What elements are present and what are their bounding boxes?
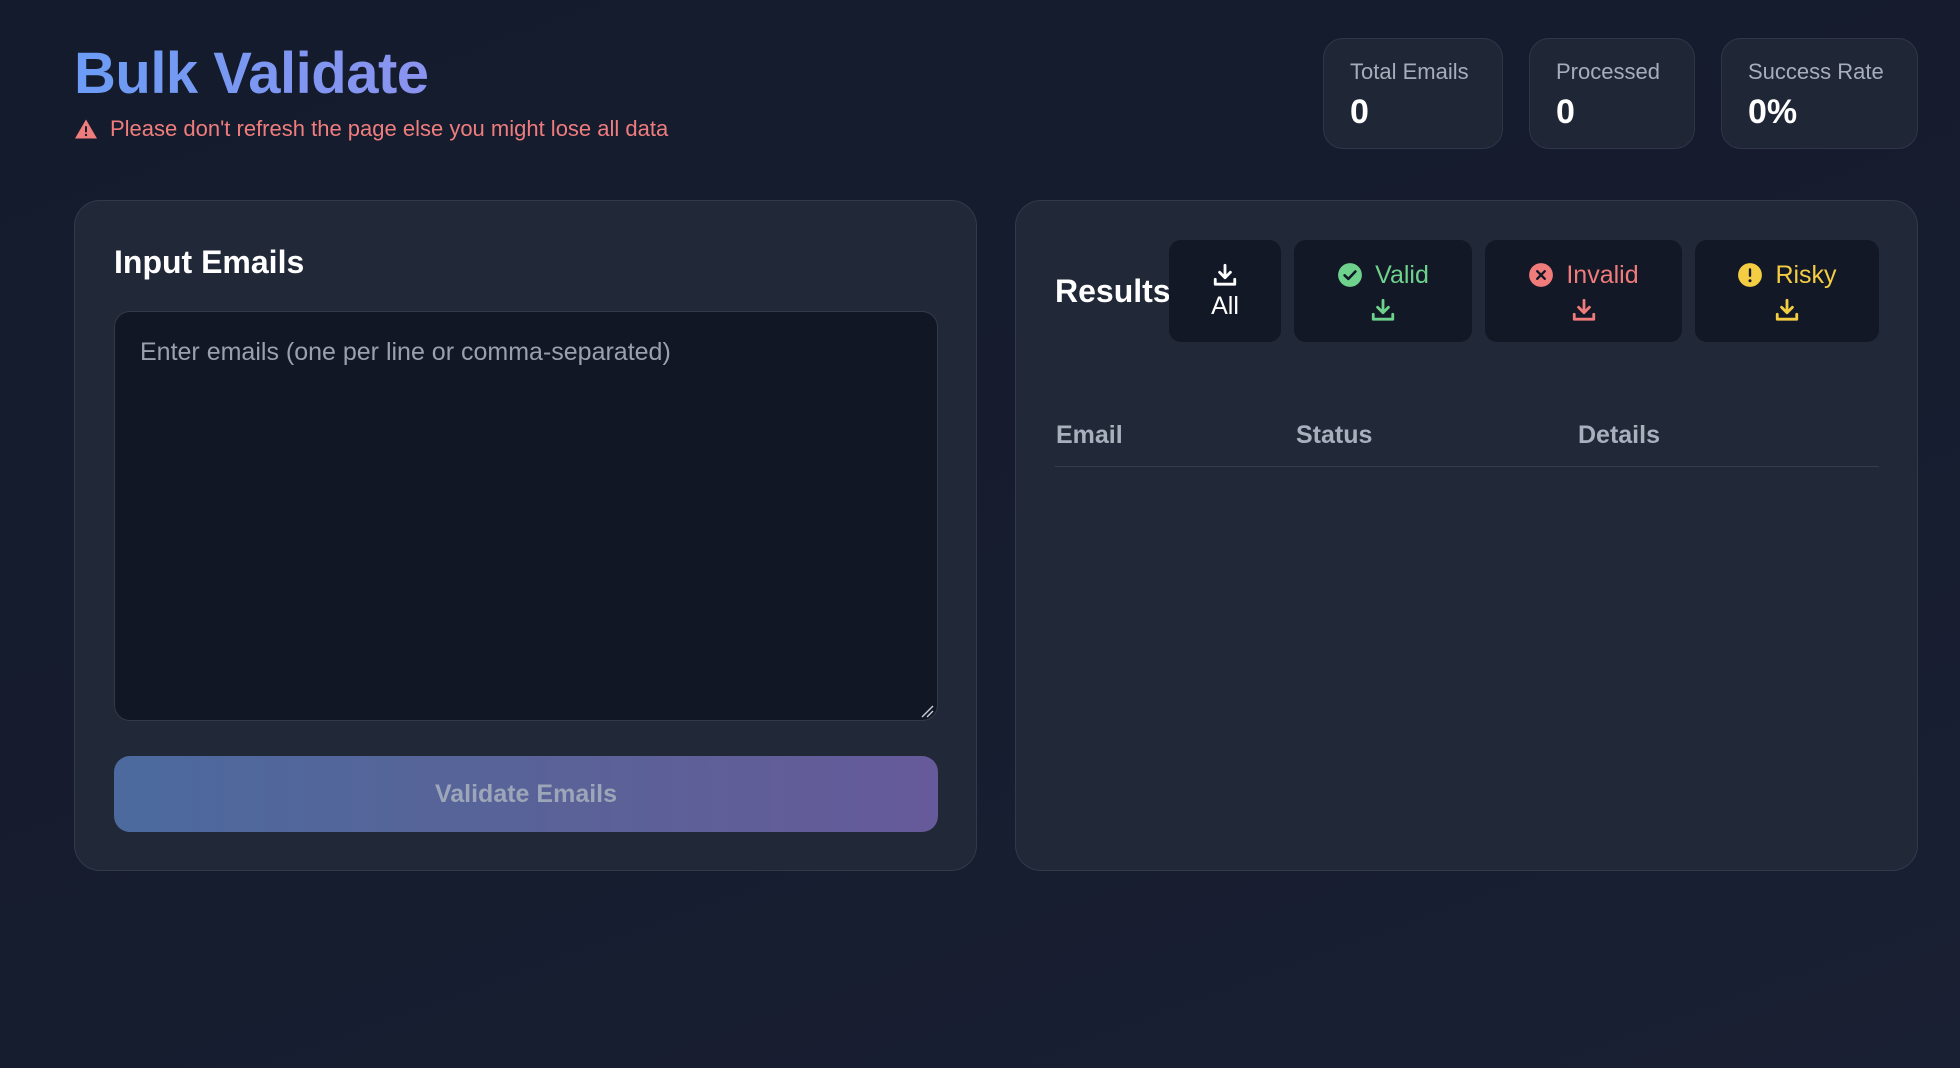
emails-textarea[interactable] <box>114 311 938 721</box>
results-panel: Results All Valid Invalid Risky Email St… <box>1015 200 1918 871</box>
download-icon <box>1371 298 1395 321</box>
download-all-label: All <box>1211 291 1239 320</box>
check-circle-icon <box>1338 263 1363 287</box>
stats-group: Total Emails 0 Processed 0 Success Rate … <box>1323 38 1918 149</box>
download-buttons: All Valid Invalid Risky <box>1169 240 1879 342</box>
stat-value: 0 <box>1556 93 1575 131</box>
page-title: Bulk Validate <box>74 41 429 106</box>
warning-triangle-icon <box>75 119 97 139</box>
download-icon <box>1213 263 1237 286</box>
results-table-header: Email Status Details <box>1055 401 1879 467</box>
stat-value: 0% <box>1748 93 1798 131</box>
warning-text: Please don't refresh the page else you m… <box>110 116 669 141</box>
column-header-status: Status <box>1296 421 1373 449</box>
stat-label: Total Emails <box>1350 59 1469 84</box>
refresh-warning: Please don't refresh the page else you m… <box>74 114 668 144</box>
validate-emails-button[interactable]: Validate Emails <box>114 756 938 832</box>
bulk-validate-page: Bulk Validate Please don't refresh the p… <box>0 0 1960 1068</box>
download-valid-label: Valid <box>1375 261 1429 289</box>
stat-label: Success Rate <box>1748 59 1884 84</box>
stat-processed: Processed 0 <box>1529 38 1695 149</box>
results-panel-title: Results <box>1055 273 1171 309</box>
stat-label: Processed <box>1556 59 1660 84</box>
stat-success-rate: Success Rate 0% <box>1721 38 1918 149</box>
download-icon <box>1775 298 1799 321</box>
input-panel-title: Input Emails <box>114 244 305 280</box>
download-invalid-button[interactable]: Invalid <box>1485 240 1682 342</box>
resize-handle-icon[interactable] <box>920 704 934 718</box>
download-valid-button[interactable]: Valid <box>1294 240 1472 342</box>
x-circle-icon <box>1529 263 1554 287</box>
stat-total-emails: Total Emails 0 <box>1323 38 1503 149</box>
download-all-button[interactable]: All <box>1169 240 1281 342</box>
download-risky-button[interactable]: Risky <box>1695 240 1879 342</box>
download-icon <box>1572 298 1595 321</box>
stat-value: 0 <box>1350 93 1369 131</box>
exclamation-circle-icon <box>1738 263 1763 287</box>
download-risky-label: Risky <box>1775 261 1837 289</box>
column-header-details: Details <box>1578 421 1660 449</box>
input-emails-panel: Input Emails Validate Emails <box>74 200 977 871</box>
download-invalid-label: Invalid <box>1566 261 1639 289</box>
column-header-email: Email <box>1056 421 1123 449</box>
